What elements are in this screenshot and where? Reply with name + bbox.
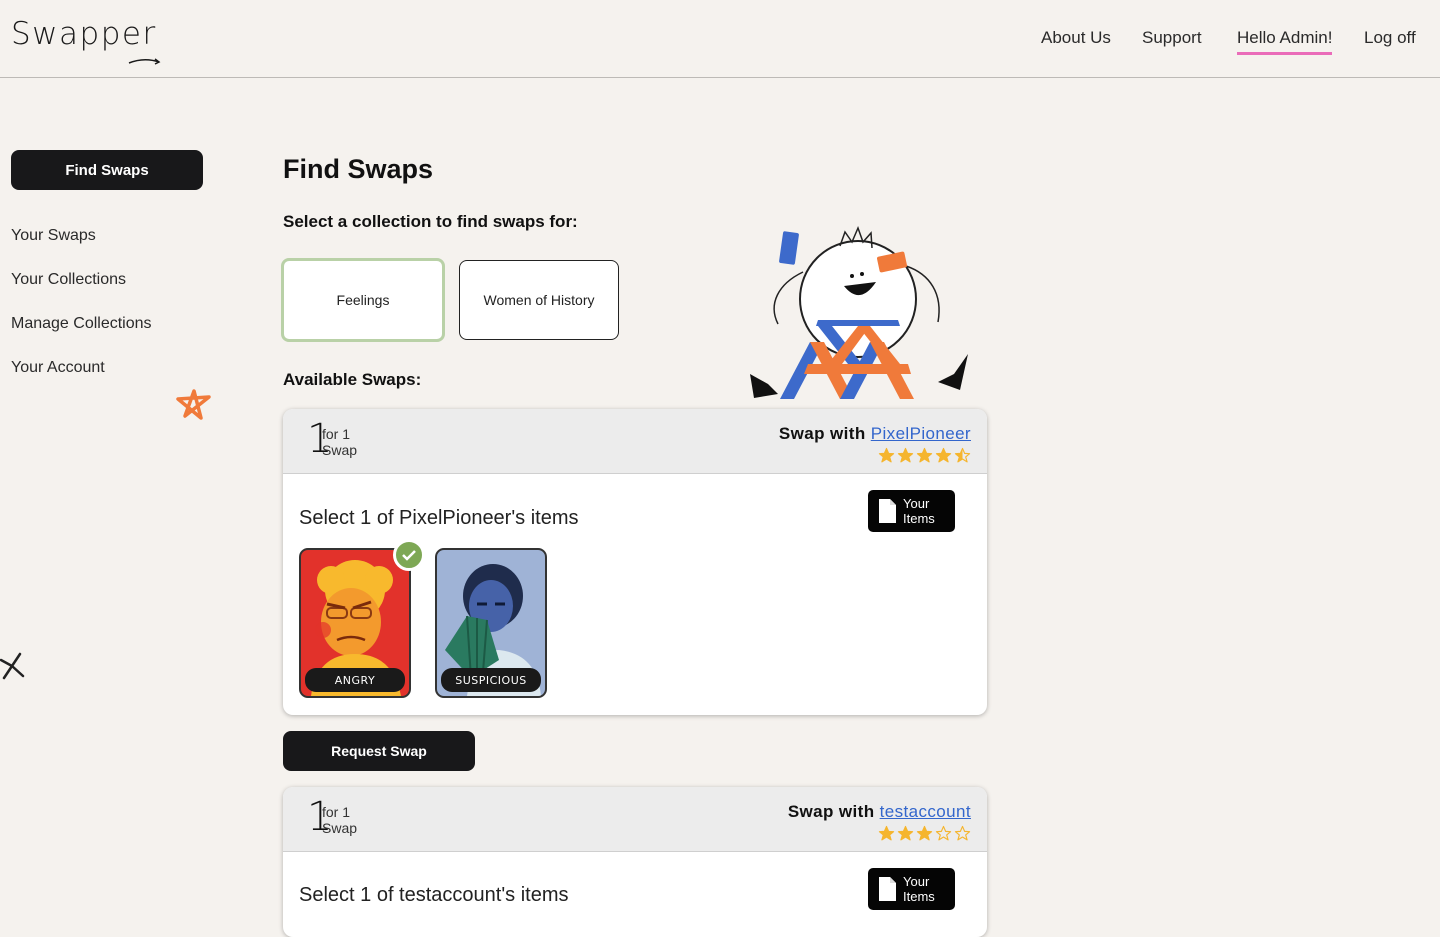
swap-with-label: Swap with testaccount [788, 802, 971, 822]
select-collection-label: Select a collection to find swaps for: [283, 212, 578, 231]
sparkle-doodle-icon [0, 652, 25, 680]
swap-user-link[interactable]: PixelPioneer [871, 424, 971, 443]
swap-with-label: Swap with PixelPioneer [779, 424, 971, 444]
user-rating-stars [878, 447, 971, 464]
swap-user-link[interactable]: testaccount [880, 802, 971, 821]
sidebar-item-your-collections[interactable]: Your Collections [11, 271, 126, 289]
sidebar-item-your-account[interactable]: Your Account [11, 359, 105, 377]
swap-card-header: 1 for 1 Swap Swap with testaccount [283, 787, 987, 852]
selected-check-icon [393, 539, 425, 571]
star-full-icon [878, 825, 895, 841]
select-items-label: Select 1 of testaccount's items [299, 884, 569, 906]
sidebar-item-manage-collections[interactable]: Manage Collections [11, 315, 152, 333]
swap-ratio-swap: Swap [322, 442, 358, 458]
star-full-icon [878, 447, 895, 463]
request-swap-button[interactable]: Request Swap [283, 731, 475, 771]
swap-card-header: 1 for 1 Swap Swap with PixelPioneer [283, 409, 987, 474]
house-of-cards-illustration [750, 225, 968, 399]
swap-with-text: Swap with [787, 802, 875, 821]
your-items-line2: Items [903, 511, 935, 526]
star-empty-icon [954, 825, 971, 841]
nav-support[interactable]: Support [1142, 28, 1202, 48]
logo[interactable]: Swapper [11, 16, 157, 52]
your-items-button[interactable]: Your Items [868, 868, 955, 910]
swap-with-text: Swap with [778, 424, 866, 443]
item-label: SUSPICIOUS [441, 668, 541, 692]
star-doodle-icon [176, 389, 211, 420]
swap-card: 1 for 1 Swap Swap with testaccount Selec… [283, 787, 987, 937]
your-items-line1: Your [903, 496, 930, 511]
swap-ratio-for: for 1 [322, 804, 351, 820]
collection-card-women-of-history[interactable]: Women of History [459, 260, 619, 340]
select-items-label: Select 1 of PixelPioneer's items [299, 507, 579, 529]
nav-about-us[interactable]: About Us [1041, 28, 1111, 48]
collection-card-feelings[interactable]: Feelings [281, 258, 445, 342]
item-label: ANGRY [305, 668, 405, 692]
swap-ratio-swap: Swap [322, 820, 358, 836]
available-swaps-label: Available Swaps: [283, 370, 422, 389]
your-items-button[interactable]: Your Items [868, 490, 955, 532]
nav-log-off[interactable]: Log off [1364, 28, 1416, 48]
star-full-icon [935, 447, 952, 463]
star-full-icon [916, 825, 933, 841]
sidebar-item-your-swaps[interactable]: Your Swaps [11, 227, 96, 245]
star-half-icon [954, 447, 971, 463]
document-icon [879, 877, 896, 901]
star-full-icon [897, 825, 914, 841]
header: Swapper About Us Support Hello Admin! Lo… [0, 0, 1440, 78]
user-rating-stars [878, 825, 971, 842]
page-title: Find Swaps [283, 154, 434, 184]
logo-swoosh-icon [128, 58, 161, 65]
star-full-icon [916, 447, 933, 463]
document-icon [879, 499, 896, 523]
your-items-line1: Your [903, 874, 930, 889]
star-empty-icon [935, 825, 952, 841]
nav-hello-admin[interactable]: Hello Admin! [1237, 28, 1333, 55]
item-card-angry[interactable]: ANGRY [299, 548, 411, 698]
sidebar-find-swaps-button[interactable]: Find Swaps [11, 150, 203, 190]
item-card-suspicious[interactable]: SUSPICIOUS [435, 548, 547, 698]
swap-card: 1 for 1 Swap Swap with PixelPioneer Sele… [283, 409, 987, 715]
swap-ratio-for: for 1 [322, 426, 351, 442]
star-full-icon [897, 447, 914, 463]
your-items-line2: Items [903, 889, 935, 904]
